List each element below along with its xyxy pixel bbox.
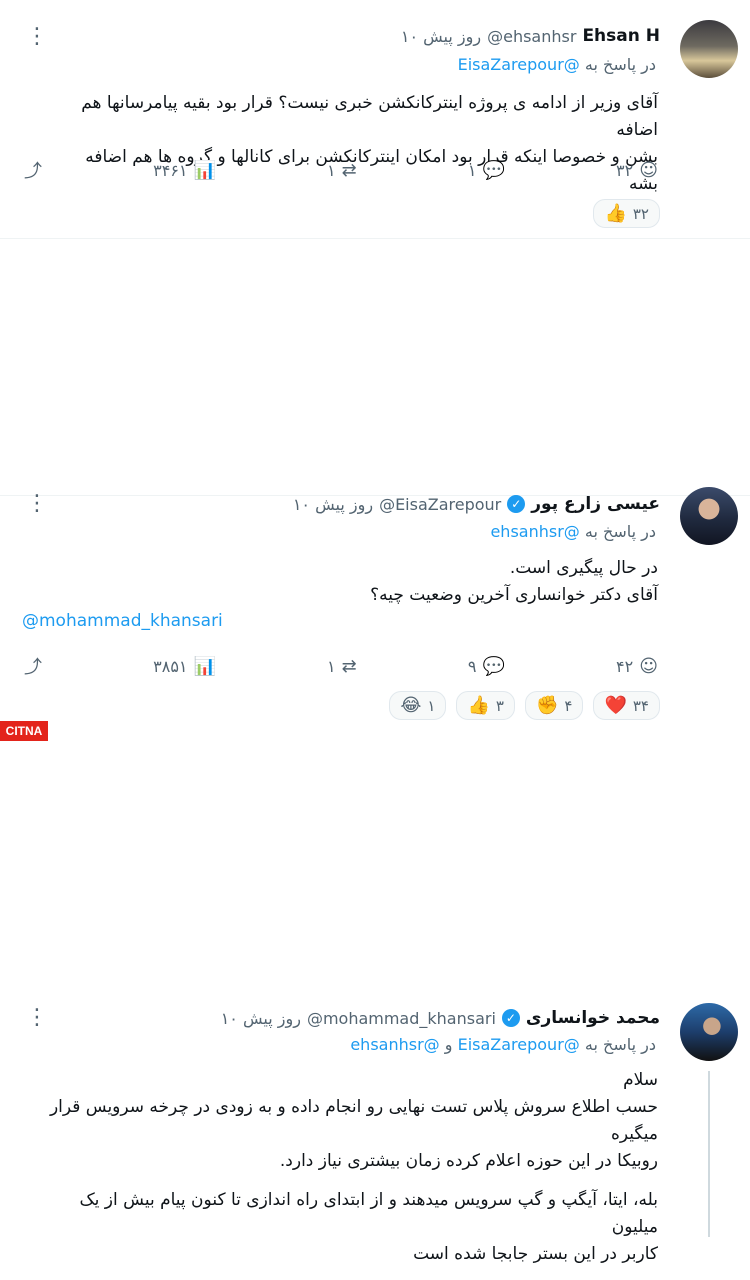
repost-icon: ⇄ [341, 159, 357, 181]
views-count: ۳۴۶۱ [153, 160, 188, 180]
reaction-pill-count: ۳۲ [632, 204, 649, 223]
post-text-line: سلام [623, 1070, 658, 1090]
reply-count: ۱ [467, 160, 477, 180]
repost-button[interactable]: ۱ ⇄ [327, 160, 357, 181]
post-khansari: محمد خوانساری ✓ @mohammad_khansari ۱۰ رو… [0, 496, 750, 1264]
share-button[interactable]: ⤴ [24, 157, 42, 183]
avatar[interactable] [680, 1003, 738, 1061]
author-handle[interactable]: @mohammad_khansari [307, 1009, 496, 1028]
thread-line [708, 1071, 710, 1237]
share-icon: ⤴ [24, 161, 42, 182]
reply-to-link[interactable]: @EisaZarepour [458, 55, 580, 74]
repost-count: ۱ [327, 160, 336, 180]
post-header: Ehsan H @ehsanhsr ۱۰ روز پیش [401, 26, 660, 46]
author-name[interactable]: Ehsan H [582, 26, 660, 46]
post-header: محمد خوانساری ✓ @mohammad_khansari ۱۰ رو… [221, 1008, 660, 1028]
post-text-line: آقای وزیر از ادامه ی پروژه اینترکانکشن خ… [81, 93, 658, 140]
post-text-line: بله، ایتا، آیگپ و گپ سرویس میدهند و از ا… [79, 1190, 658, 1237]
reaction-list: 👍 ۳۲ [593, 199, 660, 228]
reply-to-link[interactable]: @ehsanhsr [350, 1035, 439, 1054]
reply-to-line: در پاسخ به @EisaZarepour و @ehsanhsr [350, 1035, 656, 1054]
reaction-count: ۳۲ [616, 160, 634, 180]
post-time[interactable]: ۱۰ روز پیش [221, 1009, 301, 1028]
more-options-icon[interactable]: ⋮ [26, 26, 48, 48]
author-handle[interactable]: @ehsanhsr [487, 27, 576, 46]
add-reaction-icon: ☺ [639, 159, 658, 181]
thumbs-up-icon: 👍 [604, 203, 627, 224]
post-text-line: روبیکا در این حوزه اعلام کرده زمان بیشتر… [279, 1151, 658, 1171]
post-text-line: حسب اطلاع سروش پلاس تست نهایی رو انجام د… [49, 1097, 658, 1144]
reply-join: و [444, 1035, 453, 1054]
more-options-icon[interactable]: ⋮ [26, 1007, 48, 1029]
verified-badge-icon: ✓ [501, 1009, 520, 1027]
reply-to-line: در پاسخ به @EisaZarepour [458, 55, 656, 74]
reply-prefix: در پاسخ به [584, 55, 656, 74]
reply-icon: 💬 [482, 159, 505, 181]
post-paragraph: سلام حسب اطلاع سروش پلاس تست نهایی رو ان… [38, 1067, 658, 1175]
reply-button[interactable]: ۱ 💬 [468, 160, 505, 181]
reply-to-link[interactable]: @EisaZarepour [458, 1035, 580, 1054]
post-text: سلام حسب اطلاع سروش پلاس تست نهایی رو ان… [38, 1067, 658, 1280]
views-button[interactable]: ۳۴۶۱ 📊 [153, 160, 216, 181]
post-time[interactable]: ۱۰ روز پیش [401, 27, 481, 46]
watermark-logo: CITNA [0, 721, 48, 741]
post-ehsan: Ehsan H @ehsanhsr ۱۰ روز پیش ⋮ در پاسخ ب… [0, 0, 750, 239]
avatar[interactable] [680, 20, 738, 78]
views-icon: 📊 [193, 159, 216, 181]
action-bar: ⤴ ۳۴۶۱ 📊 ۱ ⇄ ۱ 💬 ۳۲ ☺ [24, 157, 658, 183]
author-name[interactable]: محمد خوانساری [526, 1008, 660, 1028]
post-text-line: کاربر در این بستر جابجا شده است [413, 1244, 658, 1264]
react-button[interactable]: ۳۲ ☺ [616, 160, 658, 181]
reaction-pill[interactable]: 👍 ۳۲ [593, 199, 660, 228]
reply-prefix: در پاسخ به [584, 1035, 656, 1054]
post-eisa: عیسی زارع پور ✓ @EisaZarepour ۱۰ روز پیش… [0, 239, 750, 720]
post-paragraph: بله، ایتا، آیگپ و گپ سرویس میدهند و از ا… [38, 1187, 658, 1268]
